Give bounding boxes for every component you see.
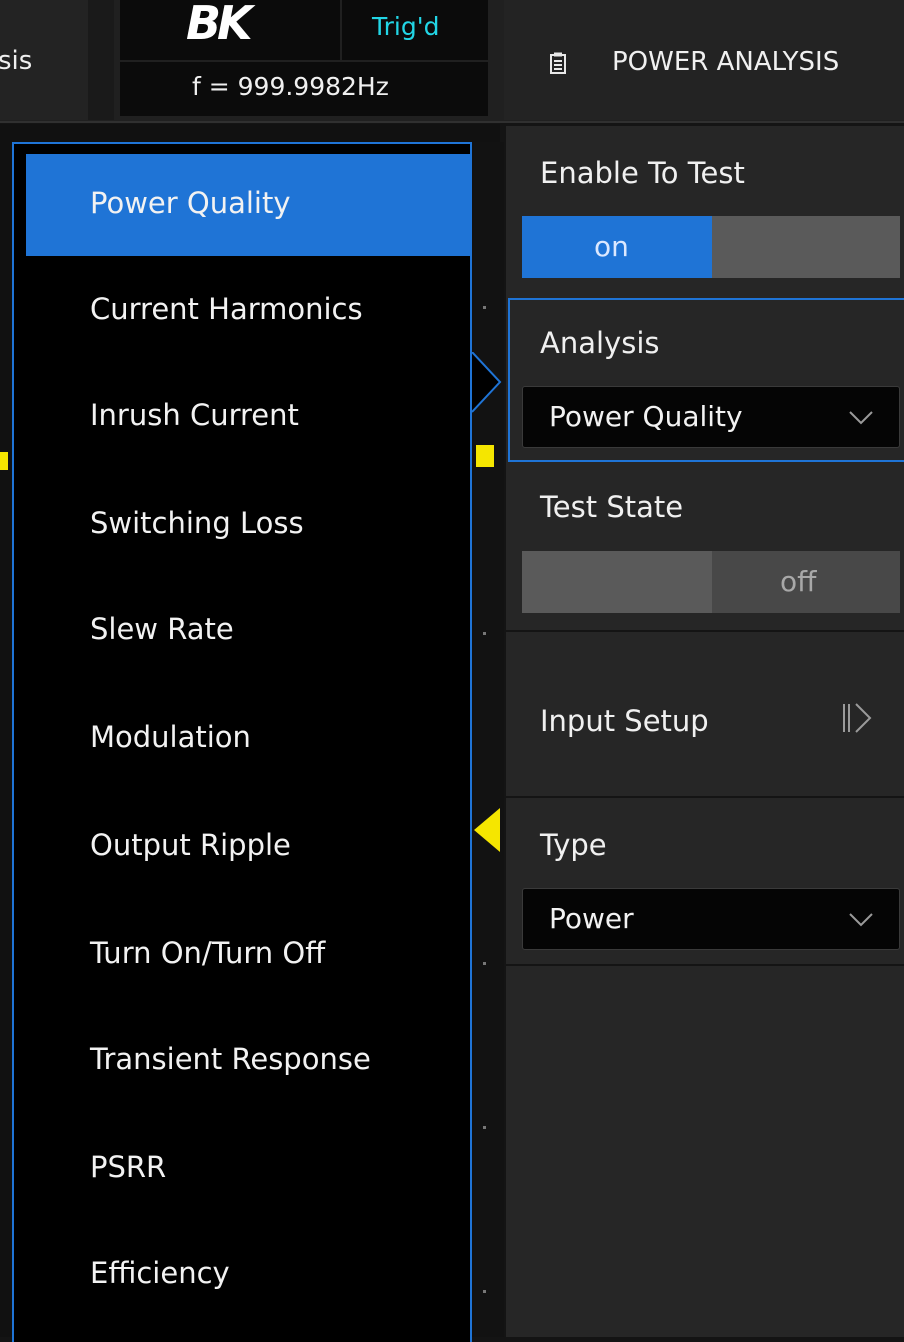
type-select-value: Power [549, 902, 634, 935]
toggle-on-label: on [594, 230, 629, 263]
analysis-select-value: Power Quality [549, 400, 743, 433]
list-item-current-harmonics[interactable]: Current Harmonics [26, 260, 470, 362]
chevron-down-icon [849, 411, 873, 425]
step-forward-icon[interactable] [838, 700, 878, 736]
list-item-label: Switching Loss [90, 506, 304, 540]
list-item-label: Transient Response [90, 1042, 371, 1076]
top-bar: sis BK Trig'd f = 999.9982Hz POWER ANALY… [0, 0, 904, 123]
trigger-status: Trig'd [372, 12, 440, 41]
brand-area: BK [120, 0, 340, 60]
list-item-label: PSRR [90, 1150, 167, 1184]
list-item-transient-response[interactable]: Transient Response [26, 1010, 470, 1112]
section-divider [506, 964, 904, 966]
analysis-select[interactable]: Power Quality [522, 386, 900, 448]
list-item-efficiency[interactable]: Efficiency [26, 1224, 470, 1326]
chevron-down-icon [849, 913, 873, 927]
brand-logo: BK [186, 0, 253, 50]
section-divider [506, 796, 904, 798]
list-item-modulation[interactable]: Modulation [26, 688, 470, 790]
clipboard-icon [550, 52, 566, 74]
grid-dot [483, 306, 486, 309]
list-item-label: Efficiency [90, 1256, 230, 1290]
list-item-label: Output Ripple [90, 828, 291, 862]
channel-level-marker [0, 452, 8, 470]
frequency-value: f = 999.9982Hz [192, 72, 389, 101]
grid-dot [483, 632, 486, 635]
list-item-label: Turn On/Turn Off [90, 936, 326, 970]
type-label: Type [540, 828, 607, 862]
toggle-off-label: off [780, 565, 817, 598]
analysis-tab[interactable]: sis [0, 0, 88, 120]
dropdown-pointer-icon [472, 352, 502, 413]
analysis-tab-label: sis [0, 46, 33, 76]
grid-dot [483, 962, 486, 965]
list-item-output-ripple[interactable]: Output Ripple [26, 796, 470, 898]
grid-dot [483, 1126, 486, 1129]
list-item-label: Inrush Current [90, 398, 299, 432]
waveform-edge-strip [474, 142, 504, 1337]
header-divider [0, 121, 904, 123]
panel-title: POWER ANALYSIS [612, 47, 840, 77]
list-item-label: Slew Rate [90, 612, 234, 646]
list-item-inrush-current[interactable]: Inrush Current [26, 366, 470, 468]
power-analysis-header: POWER ANALYSIS [504, 0, 904, 120]
list-item-power-quality[interactable]: Power Quality [26, 154, 470, 256]
channel-offset-marker [474, 808, 500, 852]
input-setup-label: Input Setup [540, 704, 709, 738]
trigger-status-box[interactable]: Trig'd [342, 0, 488, 60]
test-state-label: Test State [540, 490, 684, 524]
analysis-label: Analysis [540, 326, 660, 360]
list-item-psrr[interactable]: PSRR [26, 1118, 470, 1220]
enable-to-test-toggle[interactable]: on [522, 216, 900, 278]
analysis-dropdown-list: Power Quality Current Harmonics Inrush C… [12, 142, 472, 1342]
toggle-on-segment: on [522, 216, 712, 278]
type-select[interactable]: Power [522, 888, 900, 950]
list-item-slew-rate[interactable]: Slew Rate [26, 580, 470, 682]
toggle-off-segment: off [712, 551, 900, 613]
trigger-level-marker [476, 445, 494, 467]
list-item-label: Modulation [90, 720, 251, 754]
list-item-label: Current Harmonics [90, 292, 363, 326]
list-item-label: Power Quality [90, 186, 291, 220]
test-state-toggle[interactable]: off [522, 551, 900, 613]
list-item-turn-on-turn-off[interactable]: Turn On/Turn Off [26, 904, 470, 1006]
grid-dot [483, 1290, 486, 1293]
enable-to-test-label: Enable To Test [540, 156, 745, 190]
top-separator [88, 0, 114, 120]
list-item-switching-loss[interactable]: Switching Loss [26, 474, 470, 576]
frequency-readout[interactable]: f = 999.9982Hz [120, 62, 488, 116]
